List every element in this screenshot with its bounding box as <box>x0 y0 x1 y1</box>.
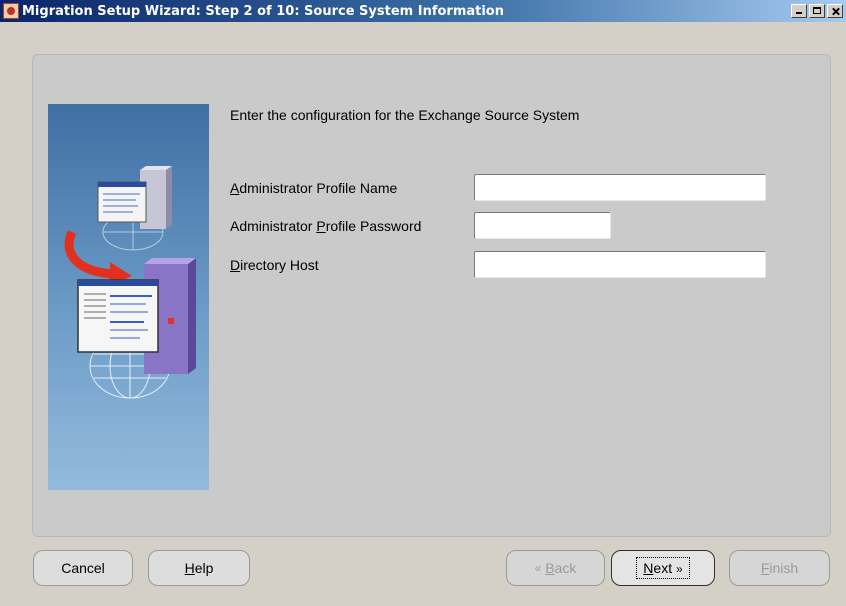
next-button[interactable]: Next » <box>611 550 715 586</box>
help-button[interactable]: Help <box>148 550 250 586</box>
back-arrow-icon: « <box>534 561 542 575</box>
close-button[interactable] <box>827 4 843 18</box>
admin-profile-password-label: Administrator Profile Password <box>230 218 422 234</box>
back-button[interactable]: « Back <box>506 550 605 586</box>
directory-host-label: Directory Host <box>230 257 319 273</box>
minimize-button[interactable] <box>791 4 807 18</box>
directory-host-input[interactable] <box>474 251 766 278</box>
admin-profile-password-input[interactable] <box>474 212 611 239</box>
window-title: Migration Setup Wizard: Step 2 of 10: So… <box>22 3 504 19</box>
admin-profile-name-input[interactable] <box>474 174 766 201</box>
finish-button[interactable]: Finish <box>729 550 830 586</box>
admin-profile-name-label: Administrator Profile Name <box>230 180 398 196</box>
cancel-button[interactable]: Cancel <box>33 550 133 586</box>
next-arrow-icon: » <box>676 562 683 576</box>
section-heading: Enter the configuration for the Exchange… <box>230 107 580 123</box>
title-bar: Migration Setup Wizard: Step 2 of 10: So… <box>0 0 846 22</box>
wizard-illustration <box>48 104 209 490</box>
app-icon <box>3 3 19 19</box>
maximize-button[interactable] <box>809 4 825 18</box>
